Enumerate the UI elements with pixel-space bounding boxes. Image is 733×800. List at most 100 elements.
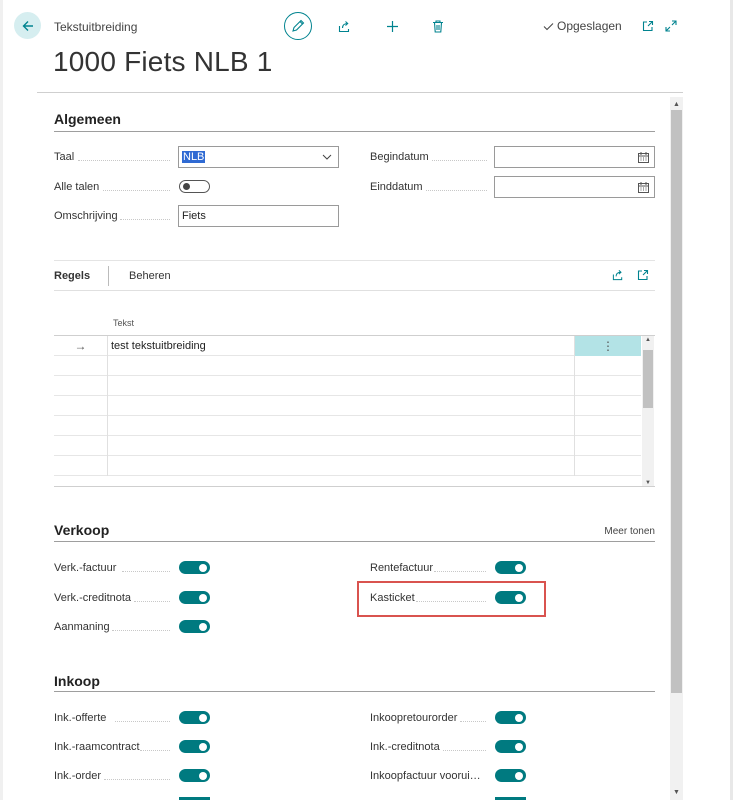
trash-icon <box>433 19 443 33</box>
einddatum-label: Einddatum <box>370 181 423 193</box>
ink-raamcontract-label: Ink.-raamcontract <box>54 741 140 753</box>
verk-creditnota-label: Verk.-creditnota <box>54 592 132 604</box>
regels-divider <box>54 290 655 291</box>
dotted-leader <box>115 721 170 722</box>
dotted-leader <box>103 190 170 191</box>
tekst-cell[interactable] <box>109 376 574 396</box>
row-selector <box>54 356 108 376</box>
taal-select[interactable]: NLB <box>178 146 339 168</box>
rentefactuur-toggle[interactable] <box>495 561 526 574</box>
dotted-leader <box>120 219 170 220</box>
row-actions[interactable] <box>574 416 641 436</box>
dotted-leader <box>112 630 170 631</box>
delete-button[interactable] <box>427 15 449 37</box>
dotted-leader <box>432 160 487 161</box>
verk-factuur-label: Verk.-factuur <box>54 562 117 574</box>
row-arrow-icon: → <box>54 336 108 356</box>
table-row[interactable] <box>54 436 641 456</box>
row-selector <box>54 436 108 456</box>
tab-beheren[interactable]: Beheren <box>129 270 171 282</box>
saved-label: Opgeslagen <box>557 19 622 33</box>
new-button[interactable] <box>381 15 403 37</box>
inkoopretourorder-toggle[interactable] <box>495 711 526 724</box>
expand-button[interactable] <box>660 15 682 37</box>
aanmaning-toggle[interactable] <box>179 620 210 633</box>
regels-top-divider <box>54 260 655 261</box>
window-left-edge <box>0 0 3 800</box>
verk-factuur-toggle[interactable] <box>179 561 210 574</box>
tekst-cell[interactable] <box>109 416 574 436</box>
omschrijving-value: Fiets <box>182 210 206 222</box>
section-title-verkoop[interactable]: Verkoop <box>54 522 109 538</box>
einddatum-input[interactable] <box>494 176 655 198</box>
dotted-leader <box>443 750 486 751</box>
ink-creditnota-toggle[interactable] <box>495 740 526 753</box>
tekst-cell[interactable] <box>109 396 574 416</box>
column-header-tekst[interactable]: Tekst <box>113 318 134 328</box>
ink-offerte-toggle[interactable] <box>179 711 210 724</box>
tekst-cell[interactable]: test tekstuitbreiding <box>109 336 574 356</box>
grid-scroll-up-arrow[interactable]: ▲ <box>642 337 654 343</box>
regels-share-button[interactable] <box>607 264 629 286</box>
section-divider <box>54 131 655 132</box>
row-selector <box>54 376 108 396</box>
inkoopfactuur-vooruit-toggle[interactable] <box>495 769 526 782</box>
grid-scrollbar-thumb[interactable] <box>643 350 653 408</box>
table-row[interactable] <box>54 376 641 396</box>
row-actions[interactable] <box>574 376 641 396</box>
section-divider <box>54 541 655 542</box>
row-actions[interactable] <box>574 356 641 376</box>
tab-regels[interactable]: Regels <box>54 270 90 282</box>
inkoopretourorder-label: Inkoopretourorder <box>370 712 458 724</box>
pencil-icon <box>292 19 305 32</box>
calendar-icon[interactable] <box>638 182 649 193</box>
omschrijving-input[interactable]: Fiets <box>178 205 339 227</box>
open-in-new-window-icon <box>642 20 654 32</box>
alle-talen-label: Alle talen <box>54 181 100 193</box>
grid-scroll-down-arrow[interactable]: ▼ <box>642 480 654 486</box>
row-actions[interactable] <box>574 436 641 456</box>
open-new-window-button[interactable] <box>637 15 659 37</box>
edit-button[interactable] <box>284 12 312 40</box>
dotted-leader <box>460 721 486 722</box>
share-icon <box>338 20 349 32</box>
begindatum-input[interactable] <box>494 146 655 168</box>
row-actions[interactable] <box>574 456 641 476</box>
section-divider <box>54 691 655 692</box>
ink-creditnota-label: Ink.-creditnota <box>370 741 440 753</box>
table-row[interactable] <box>54 356 641 376</box>
section-title-inkoop[interactable]: Inkoop <box>54 673 100 689</box>
section-title-algemeen[interactable]: Algemeen <box>54 111 121 127</box>
open-in-new-window-icon <box>637 269 649 281</box>
ink-raamcontract-toggle[interactable] <box>179 740 210 753</box>
inkoopfactuur-vooruit-label: Inkoopfactuur voorui… <box>370 770 481 782</box>
ink-order-toggle[interactable] <box>179 769 210 782</box>
row-actions[interactable] <box>574 396 641 416</box>
row-actions-icon[interactable]: ⋮ <box>574 336 641 356</box>
table-row[interactable]: → test tekstuitbreiding ⋮ <box>54 336 641 356</box>
tekst-cell[interactable] <box>109 456 574 476</box>
page-scrollbar-thumb[interactable] <box>671 110 682 693</box>
omschrijving-label: Omschrijving <box>54 210 118 222</box>
share-button[interactable] <box>333 15 355 37</box>
scroll-up-arrow[interactable]: ▲ <box>670 98 683 110</box>
verk-creditnota-toggle[interactable] <box>179 591 210 604</box>
scroll-down-arrow[interactable]: ▼ <box>670 786 683 798</box>
back-button[interactable] <box>14 12 41 39</box>
row-selector <box>54 396 108 416</box>
table-row[interactable] <box>54 396 641 416</box>
tekst-cell[interactable] <box>109 436 574 456</box>
table-row[interactable] <box>54 456 641 476</box>
meer-tonen-link[interactable]: Meer tonen <box>604 526 655 537</box>
header-divider <box>37 92 683 93</box>
chevron-down-icon <box>322 154 332 160</box>
regels-open-button[interactable] <box>632 264 654 286</box>
calendar-icon[interactable] <box>638 152 649 163</box>
tekst-cell[interactable] <box>109 356 574 376</box>
page-title: 1000 Fiets NLB 1 <box>53 46 273 77</box>
table-row[interactable] <box>54 416 641 436</box>
alle-talen-toggle[interactable] <box>179 180 210 193</box>
highlight-annotation <box>357 581 546 617</box>
checkmark-icon <box>543 22 554 30</box>
dotted-leader <box>104 779 170 780</box>
